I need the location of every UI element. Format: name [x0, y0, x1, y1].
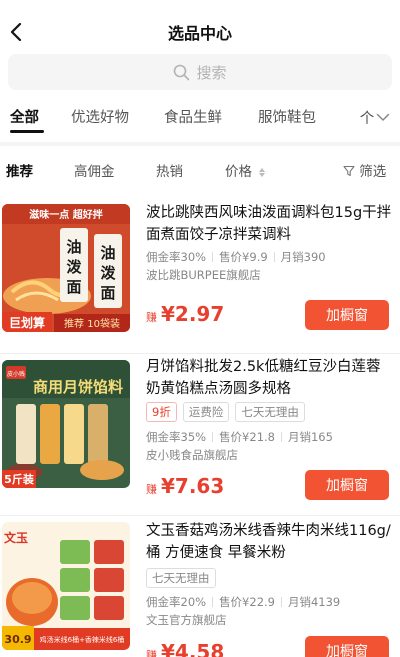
- product-image: 皮小贱 商用月饼馅料 5斤装: [2, 360, 130, 488]
- chevron-down-icon: [377, 113, 390, 121]
- thumb-badge: 5斤装: [4, 472, 34, 486]
- sort-bar: 推荐 高佣金 热销 价格 筛选: [0, 146, 400, 192]
- sort-arrows-icon: [259, 167, 266, 177]
- search-input[interactable]: 搜索: [8, 54, 392, 90]
- filter-label: 筛选: [359, 164, 387, 180]
- add-to-showcase-button[interactable]: 加橱窗: [305, 470, 389, 500]
- sort-price-label: 价格: [225, 164, 252, 180]
- commission-rate: 佣金率30%: [146, 250, 207, 264]
- thumb-top-text: 滋味一点 超好拌: [29, 208, 102, 221]
- filter-button[interactable]: 筛选: [343, 160, 386, 180]
- product-list: 滋味一点 超好拌 油 泼 面 油 泼 面 巨划算 推荐 10袋装 波比跳陕西风味…: [0, 192, 400, 657]
- thumb-badge: 巨划算: [9, 315, 45, 330]
- more-categories-button[interactable]: 个: [350, 92, 400, 142]
- thumb-badge: 30.9: [4, 633, 31, 646]
- thumb-bottom-text: 鸡汤米线6桶+香辣米线6桶: [40, 635, 125, 644]
- tab-food[interactable]: 食品生鲜: [164, 106, 222, 127]
- product-card[interactable]: 皮小贱 商用月饼馅料 5斤装 月饼馅料批发2.5k低糖红豆沙白莲蓉奶黄馅糕点汤圆…: [0, 354, 400, 516]
- earn-row: 赚 ¥4.58: [146, 640, 224, 657]
- svg-text:面: 面: [66, 278, 81, 296]
- commission-rate: 佣金率20%: [146, 595, 207, 609]
- category-tabs: 全部 优选好物 食品生鲜 服饰鞋包 个: [0, 92, 400, 142]
- product-meta: 佣金率30% 售价¥9.9 月销390: [146, 249, 326, 265]
- thumb-main-text: 商用月饼馅料: [33, 378, 123, 396]
- product-title: 月饼馅料批发2.5k低糖红豆沙白莲蓉奶黄馅糕点汤圆多规格: [146, 359, 381, 397]
- earn-amount: ¥7.63: [161, 474, 225, 498]
- product-meta: 佣金率35% 售价¥21.8 月销165: [146, 429, 333, 445]
- product-tags: 七天无理由: [146, 568, 216, 588]
- product-image: 文玉 30.9 鸡汤米线6桶+香辣米线6桶: [2, 522, 130, 650]
- discount-tag: 9折: [146, 402, 177, 422]
- monthly-sales: 月销4139: [275, 595, 340, 609]
- thumb-logo-text: 皮小贱: [7, 370, 25, 378]
- search-section: 搜索: [0, 54, 400, 92]
- earn-label: 赚: [146, 483, 157, 496]
- commission-rate: 佣金率35%: [146, 430, 207, 444]
- top-bar: 选品中心: [0, 0, 400, 62]
- add-to-showcase-button[interactable]: 加橱窗: [305, 300, 389, 330]
- page-title: 选品中心: [167, 24, 232, 43]
- seven-day-return-tag: 七天无理由: [235, 402, 305, 422]
- search-placeholder: 搜索: [196, 63, 227, 82]
- earn-amount: ¥4.58: [161, 640, 225, 657]
- funnel-icon: [343, 165, 355, 177]
- sale-price: 售价¥21.8: [206, 430, 275, 444]
- tab-featured[interactable]: 优选好物: [71, 106, 129, 127]
- add-to-showcase-button[interactable]: 加橱窗: [305, 636, 389, 657]
- earn-amount: ¥2.97: [161, 302, 225, 326]
- seven-day-return-tag: 七天无理由: [146, 568, 216, 588]
- product-tags: 9折 运费险 七天无理由: [146, 402, 305, 422]
- product-title: 波比跳陕西风味油泼面调料包15g干拌面煮面饺子凉拌菜调料: [146, 205, 392, 243]
- tab-apparel[interactable]: 服饰鞋包: [258, 106, 316, 127]
- earn-row: 赚 ¥2.97: [146, 302, 224, 332]
- sale-price: 售价¥9.9: [206, 250, 268, 264]
- svg-text:面: 面: [100, 284, 115, 302]
- sort-high-commission[interactable]: 高佣金: [74, 160, 115, 180]
- product-meta: 佣金率20% 售价¥22.9 月销4139: [146, 594, 340, 610]
- svg-text:泼: 泼: [100, 264, 116, 282]
- active-tab-indicator: [10, 130, 44, 133]
- earn-label: 赚: [146, 649, 157, 657]
- sort-hot-sales[interactable]: 热销: [156, 160, 183, 180]
- shop-name: 皮小贱食品旗舰店: [146, 448, 238, 462]
- svg-text:油: 油: [66, 238, 81, 256]
- more-categories-label: 个: [359, 110, 375, 127]
- product-title: 文玉香菇鸡汤米线香辣牛肉米线116g/桶 方便速食 早餐米粉: [146, 523, 391, 561]
- sale-price: 售价¥22.9: [206, 595, 275, 609]
- svg-text:油: 油: [100, 244, 115, 262]
- earn-row: 赚 ¥7.63: [146, 474, 224, 504]
- thumb-bottom-text: 推荐 10袋装: [64, 317, 120, 330]
- earn-label: 赚: [146, 311, 157, 324]
- shop-name: 文玉官方旗舰店: [146, 613, 227, 627]
- monthly-sales: 月销165: [275, 430, 333, 444]
- product-image: 滋味一点 超好拌 油 泼 面 油 泼 面 巨划算 推荐 10袋装: [2, 204, 130, 332]
- freight-insurance-tag: 运费险: [182, 402, 230, 422]
- sort-price[interactable]: 价格: [225, 160, 266, 180]
- svg-text:泼: 泼: [66, 258, 82, 276]
- product-card[interactable]: 滋味一点 超好拌 油 泼 面 油 泼 面 巨划算 推荐 10袋装 波比跳陕西风味…: [0, 192, 400, 354]
- monthly-sales: 月销390: [268, 250, 326, 264]
- shop-name: 波比跳BURPEE旗舰店: [146, 268, 261, 282]
- search-icon: [174, 64, 190, 80]
- sort-recommend[interactable]: 推荐: [6, 160, 33, 180]
- thumb-logo-text: 文玉: [4, 530, 28, 545]
- product-card[interactable]: 文玉 30.9 鸡汤米线6桶+香辣米线6桶 文玉香菇鸡汤米线香辣牛肉米线116g…: [0, 516, 400, 657]
- tab-all[interactable]: 全部: [10, 106, 39, 127]
